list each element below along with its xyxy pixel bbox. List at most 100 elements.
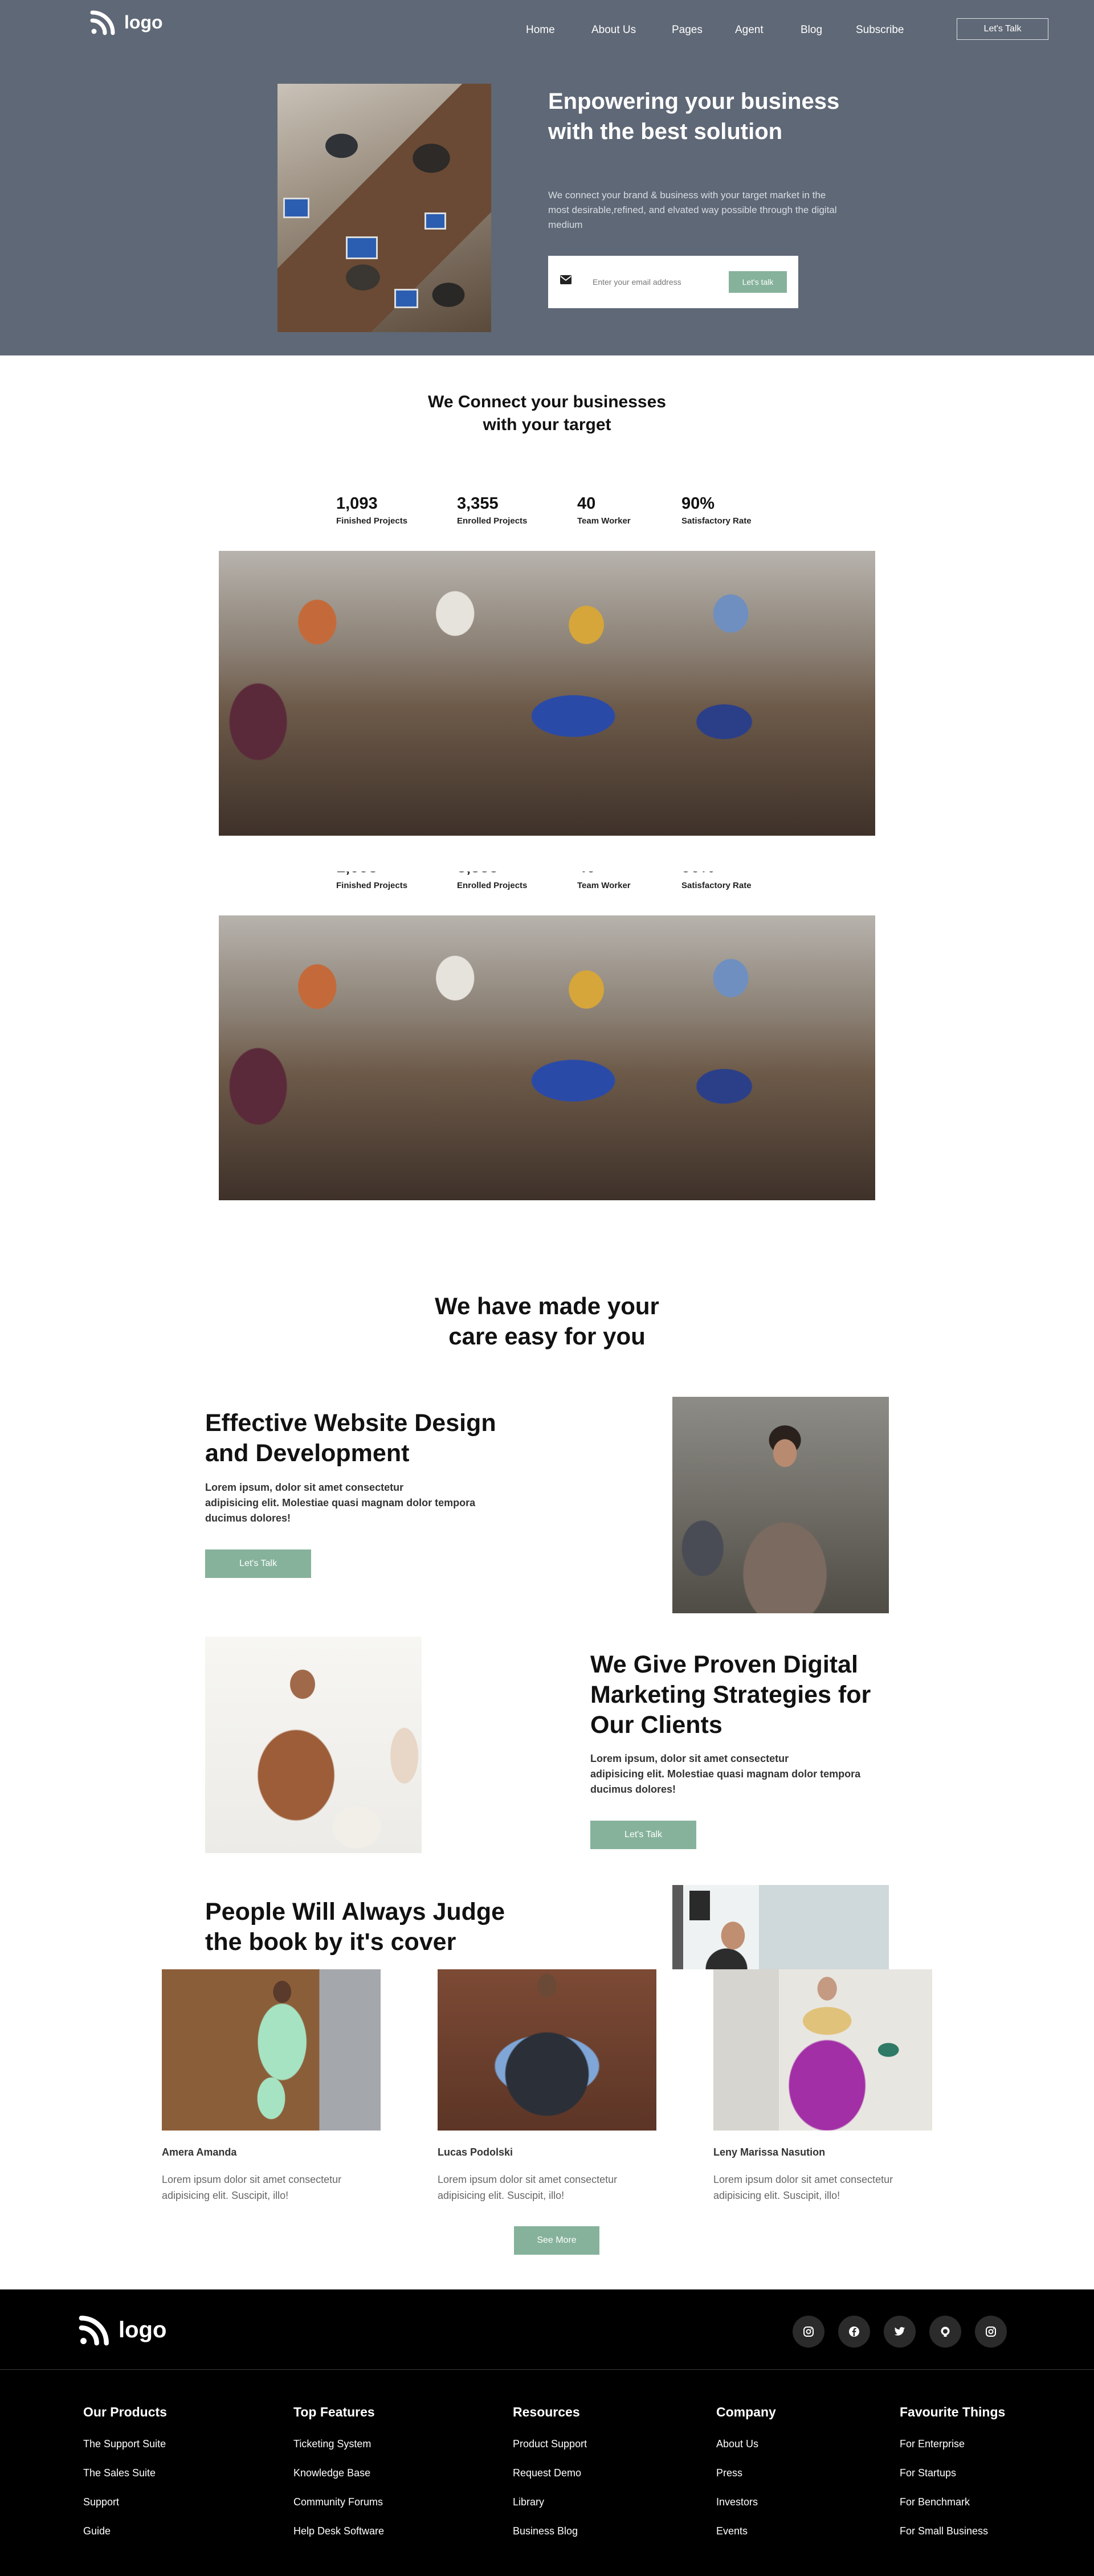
- footer-link[interactable]: For Small Business: [900, 2525, 988, 2537]
- footer-link[interactable]: Guide: [83, 2525, 111, 2537]
- footer-link[interactable]: For Enterprise: [900, 2438, 965, 2450]
- feature-text-line: Lorem ipsum, dolor sit amet consectetur: [590, 1753, 789, 1764]
- care-title-line-1: We have made your: [435, 1293, 659, 1319]
- footer-link[interactable]: The Sales Suite: [83, 2467, 156, 2479]
- team-desc-line: adipisicing elit. Suscipit, illo!: [162, 2190, 289, 2201]
- footer-link[interactable]: Library: [513, 2496, 544, 2508]
- footer-link[interactable]: Events: [716, 2525, 748, 2537]
- footer-divider: [0, 2369, 1094, 2370]
- footer-link[interactable]: Request Demo: [513, 2467, 581, 2479]
- team-member-photo: [162, 1969, 381, 2131]
- feature-title-line: Marketing Strategies for: [590, 1681, 871, 1708]
- stat-label: Finished Projects: [336, 881, 408, 890]
- stat-label: Satisfactory Rate: [681, 881, 752, 890]
- envelope-icon: [560, 275, 572, 284]
- man-glasses-photo: [672, 1885, 889, 1969]
- nav-subscribe[interactable]: Subscribe: [856, 24, 904, 36]
- team-member-photo: [713, 1969, 932, 2131]
- footer-link[interactable]: Press: [716, 2467, 742, 2479]
- feature-title-line: and Development: [205, 1440, 410, 1467]
- feature-text-line: adipisicing elit. Molestiae quasi magnam…: [590, 1768, 861, 1780]
- nav-agent[interactable]: Agent: [735, 24, 764, 36]
- feature-text-line: ducimus dolores!: [590, 1784, 676, 1795]
- connect-title: We Connect your businesses with your tar…: [319, 391, 775, 436]
- feature-text-line: ducimus dolores!: [205, 1512, 291, 1524]
- woman-portrait-photo: [672, 1397, 889, 1613]
- feature-description: Lorem ipsum, dolor sit amet consectetur …: [205, 1480, 547, 1526]
- team-meeting-photo: [219, 551, 875, 836]
- lets-talk-feature-button[interactable]: Let's Talk: [205, 1549, 311, 1578]
- stat-value: 40: [577, 494, 596, 513]
- stat-label: Finished Projects: [336, 516, 408, 526]
- stat-label: Enrolled Projects: [457, 881, 528, 890]
- hero-section: [0, 0, 1094, 355]
- team-member-photo: [438, 1969, 656, 2131]
- email-input[interactable]: [593, 274, 701, 290]
- team-desc-line: Lorem ipsum dolor sit amet consectetur: [713, 2174, 893, 2185]
- see-more-button[interactable]: See More: [514, 2226, 599, 2255]
- team-member-name: Amera Amanda: [162, 2146, 237, 2158]
- feature-text-line: adipisicing elit. Molestiae quasi magnam…: [205, 1497, 476, 1508]
- connect-title-line-2: with your target: [483, 415, 611, 434]
- connect-title-line-1: We Connect your businesses: [428, 392, 666, 411]
- lets-talk-header-button[interactable]: Let's Talk: [957, 18, 1048, 40]
- footer-link[interactable]: Community Forums: [293, 2496, 383, 2508]
- team-desc-line: adipisicing elit. Suscipit, illo!: [438, 2190, 565, 2201]
- team-member-description: Lorem ipsum dolor sit amet consectetur a…: [713, 2172, 941, 2203]
- footer-column-heading: Favourite Things: [900, 2405, 1006, 2419]
- care-title-line-2: care easy for you: [448, 1323, 646, 1350]
- logo-text: logo: [124, 11, 163, 32]
- lets-talk-email-button[interactable]: Let's talk: [729, 271, 787, 293]
- hero-meeting-photo: [277, 84, 491, 332]
- feature-title-line: People Will Always Judge: [205, 1898, 505, 1925]
- logo-icon: [90, 10, 115, 35]
- footer-link[interactable]: Support: [83, 2496, 119, 2508]
- footer-link[interactable]: For Benchmark: [900, 2496, 970, 2508]
- twitter-icon[interactable]: [884, 2316, 916, 2348]
- footer-link[interactable]: Product Support: [513, 2438, 587, 2450]
- footer-link[interactable]: Business Blog: [513, 2525, 578, 2537]
- nav-home[interactable]: Home: [526, 24, 555, 36]
- feature-title: People Will Always Judge the book by it'…: [205, 1897, 547, 1957]
- feature-title: We Give Proven Digital Marketing Strateg…: [590, 1650, 932, 1740]
- logo-text: logo: [119, 2317, 167, 2342]
- footer-link[interactable]: Help Desk Software: [293, 2525, 384, 2537]
- stat-label: Team Worker: [577, 516, 631, 526]
- feature-title-line: the book by it's cover: [205, 1928, 456, 1956]
- footer-link[interactable]: Ticketing System: [293, 2438, 371, 2450]
- stat-value: 90%: [681, 494, 715, 513]
- footer-column-heading: Top Features: [293, 2405, 375, 2419]
- team-desc-line: adipisicing elit. Suscipit, illo!: [713, 2190, 840, 2201]
- team-member-name: Leny Marissa Nasution: [713, 2146, 826, 2158]
- github-icon[interactable]: [929, 2316, 961, 2348]
- feature-title: Effective Website Design and Development: [205, 1408, 547, 1469]
- stat-label: Satisfactory Rate: [681, 516, 752, 526]
- footer-logo[interactable]: logo: [79, 2314, 166, 2346]
- facebook-icon[interactable]: [838, 2316, 870, 2348]
- team-member-name: Lucas Podolski: [438, 2146, 513, 2158]
- team-member-description: Lorem ipsum dolor sit amet consectetur a…: [162, 2172, 390, 2203]
- nav-about-us[interactable]: About Us: [591, 24, 636, 36]
- footer-link[interactable]: About Us: [716, 2438, 758, 2450]
- team-desc-line: Lorem ipsum dolor sit amet consectetur: [162, 2174, 342, 2185]
- footer-link[interactable]: Investors: [716, 2496, 758, 2508]
- footer-link[interactable]: Knowledge Base: [293, 2467, 370, 2479]
- lets-talk-feature-button[interactable]: Let's Talk: [590, 1821, 696, 1849]
- stats-overlap-mask: [219, 849, 875, 872]
- footer-link[interactable]: The Support Suite: [83, 2438, 166, 2450]
- nav-blog[interactable]: Blog: [801, 24, 822, 36]
- instagram-icon[interactable]: [793, 2316, 824, 2348]
- care-title: We have made your care easy for you: [319, 1291, 775, 1351]
- header-logo[interactable]: logo: [90, 9, 163, 35]
- stat-value: 1,093: [336, 494, 378, 513]
- hero-description: We connect your brand & business with yo…: [548, 190, 837, 230]
- team-meeting-photo-duplicate: [219, 915, 875, 1200]
- footer-link[interactable]: For Startups: [900, 2467, 956, 2479]
- feature-title-line: We Give Proven Digital: [590, 1651, 858, 1678]
- nav-pages[interactable]: Pages: [672, 24, 703, 36]
- footer-column-heading: Our Products: [83, 2405, 167, 2419]
- hero-title: Enpowering your business with the best s…: [548, 89, 840, 144]
- instagram-icon[interactable]: [975, 2316, 1007, 2348]
- feature-title-line: Our Clients: [590, 1711, 722, 1739]
- handshake-photo: [205, 1637, 422, 1853]
